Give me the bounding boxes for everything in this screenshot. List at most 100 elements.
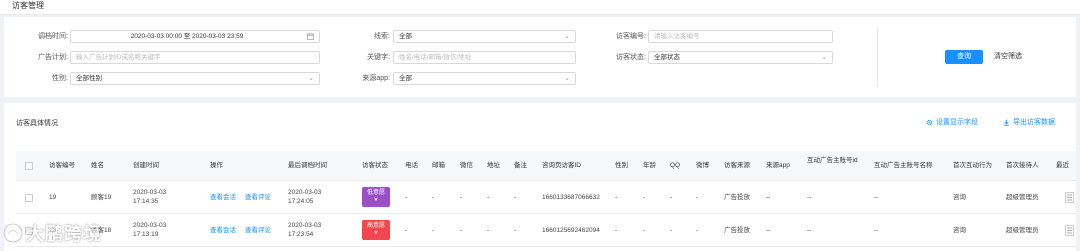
clue-value: 全部 xyxy=(399,33,412,40)
source-app-label: 来源app: xyxy=(362,75,390,82)
reset-filter-button[interactable]: 清空筛选 xyxy=(990,50,1026,64)
row-checkbox[interactable] xyxy=(25,194,33,202)
cell-weibo: - xyxy=(696,227,699,234)
section-title: 访客具体情况 xyxy=(16,120,58,127)
col-remark: 备注 xyxy=(514,162,527,169)
visitor-status-value: 全部状态 xyxy=(654,54,680,61)
view-session-link[interactable]: 查看会话 xyxy=(210,194,236,202)
cell-created-time: 17:13:19 xyxy=(133,231,159,238)
keyword-label: 关键字: xyxy=(367,54,390,61)
cell-age: - xyxy=(643,194,646,201)
col-weibo: 微博 xyxy=(696,162,709,169)
cell-email: - xyxy=(432,227,435,234)
status-label: 高意愿 xyxy=(366,223,385,229)
col-age: 年龄 xyxy=(643,162,656,169)
cell-qq: - xyxy=(670,227,673,234)
col-qq: QQ xyxy=(670,162,681,169)
settings-display-fields-label: 设置显示字段 xyxy=(936,119,978,126)
cell-created-time: 17:14:35 xyxy=(133,198,159,205)
cell-first-action: 咨询 xyxy=(953,194,966,201)
cell-source-app: -- xyxy=(766,227,771,234)
visitor-no-label: 访客编号: xyxy=(616,33,646,40)
ad-plan-input[interactable]: 输入广告计划ID或名称关键字 xyxy=(70,51,320,64)
view-review-link[interactable]: 查看评论 xyxy=(245,194,271,202)
col-source-app: 来源app xyxy=(766,162,790,169)
clue-select[interactable]: 全部 ⌄ xyxy=(393,30,576,43)
col-visitor-no: 访客编号 xyxy=(49,162,75,169)
watermark-text: 大鹏跨境 xyxy=(26,224,102,245)
col-first-receiver: 首次接待人 xyxy=(1006,162,1039,169)
view-review-link[interactable]: 查看评论 xyxy=(245,227,271,235)
col-visitor-status: 访客状态 xyxy=(362,162,388,169)
cell-last-time: 17:23:54 xyxy=(288,231,314,238)
keyword-input[interactable]: 姓名/电话/邮箱/微信/地址 xyxy=(393,51,576,64)
cell-last-date: 2020-03-03 xyxy=(288,222,322,229)
watermark: 大鹏跨境 xyxy=(2,221,102,245)
title-divider xyxy=(0,14,1080,15)
table-header: 访客编号 姓名 创建时间 操作 最后调档时间 访客状态 电话 邮箱 微信 地址 … xyxy=(16,151,1076,181)
cell-qq: - xyxy=(670,194,673,201)
cell-address: - xyxy=(487,227,490,234)
table-panel: 访客具体情况 设置显示字段 导出访客数据 访客编号 姓名 创建时间 操作 最后调… xyxy=(4,103,1076,251)
cell-visitor-no: 19 xyxy=(49,194,57,201)
gender-select[interactable]: 全部性别 ⌄ xyxy=(70,72,320,85)
cell-remark: - xyxy=(514,227,517,234)
cell-last-time: 17:24:05 xyxy=(288,198,314,205)
cell-email: - xyxy=(432,194,435,201)
filter-divider xyxy=(877,27,878,87)
watermark-logo-icon xyxy=(2,222,24,244)
visitor-no-placeholder: 请输入访客编号 xyxy=(654,33,700,40)
keyword-placeholder: 姓名/电话/邮箱/微信/地址 xyxy=(399,54,472,61)
page-title-text: 访客管理 xyxy=(12,1,44,10)
visitor-no-input[interactable]: 请输入访客编号 xyxy=(648,30,833,43)
page-title: 访客管理 xyxy=(0,0,1080,14)
cell-consult-id: 1660125692462094 xyxy=(542,227,600,234)
cell-consult-id: 1660133687066632 xyxy=(542,194,600,201)
last-edit-time-range-picker[interactable]: 2020-03-03 00:00 至 2020-03-03 23:59 xyxy=(70,30,320,43)
table-row: 18 顾客18 2020-03-03 17:13:19 查看会话 查看评论 20… xyxy=(16,214,1076,247)
menu-icon[interactable] xyxy=(1065,225,1074,236)
cell-first-receiver: 超级管理员 xyxy=(1006,194,1039,201)
col-wechat: 微信 xyxy=(460,162,473,169)
col-recent: 最近 xyxy=(1056,162,1069,169)
visitor-status-select[interactable]: 全部状态 ⌄ xyxy=(648,51,833,64)
gender-value: 全部性别 xyxy=(76,75,102,82)
col-email: 邮箱 xyxy=(432,162,445,169)
gender-label: 性别: xyxy=(52,75,68,82)
col-action: 操作 xyxy=(210,162,223,169)
visitor-status-dropdown[interactable]: 高意愿 ▼ xyxy=(362,220,390,240)
search-button[interactable]: 查询 xyxy=(945,50,983,64)
cell-wechat: - xyxy=(460,194,463,201)
col-consult-id: 咨询页访客ID xyxy=(542,162,581,169)
view-session-link[interactable]: 查看会话 xyxy=(210,227,236,235)
cell-phone: - xyxy=(405,227,408,234)
cell-source-app: -- xyxy=(766,194,771,201)
select-all-checkbox[interactable] xyxy=(25,162,33,170)
visitor-status-dropdown[interactable]: 低意愿 ▼ xyxy=(362,187,390,207)
calendar-icon xyxy=(307,31,314,44)
settings-display-fields-button[interactable]: 设置显示字段 xyxy=(926,117,978,127)
cell-adv-name: -- xyxy=(874,227,879,234)
download-icon xyxy=(1003,119,1010,126)
cell-created-date: 2020-03-03 xyxy=(133,222,167,229)
cell-weibo: - xyxy=(696,194,699,201)
menu-icon[interactable] xyxy=(1065,192,1074,203)
source-app-select[interactable]: 全部 ⌄ xyxy=(393,72,576,85)
col-address: 地址 xyxy=(487,162,500,169)
chevron-down-icon: ⌄ xyxy=(564,33,570,40)
chevron-down-icon: ⌄ xyxy=(564,75,570,82)
cell-created-date: 2020-03-03 xyxy=(133,189,167,196)
chevron-down-icon: ⌄ xyxy=(821,54,827,61)
cell-phone: - xyxy=(405,194,408,201)
visitor-status-label: 访客状态: xyxy=(616,54,646,61)
last-edit-time-value: 2020-03-03 00:00 至 2020-03-03 23:59 xyxy=(130,33,244,40)
col-created-time: 创建时间 xyxy=(133,162,159,169)
col-last-edit-time: 最后调档时间 xyxy=(288,162,327,169)
cell-adv-id: -- xyxy=(807,194,812,201)
export-visitor-data-label: 导出访客数据 xyxy=(1013,119,1055,126)
table-row: 19 顾客19 2020-03-03 17:14:35 查看会话 查看评论 20… xyxy=(16,181,1076,214)
cell-first-receiver: 超级管理员 xyxy=(1006,227,1039,234)
export-visitor-data-button[interactable]: 导出访客数据 xyxy=(1003,117,1055,127)
col-gender: 性别 xyxy=(615,162,628,169)
col-name: 姓名 xyxy=(91,162,104,169)
